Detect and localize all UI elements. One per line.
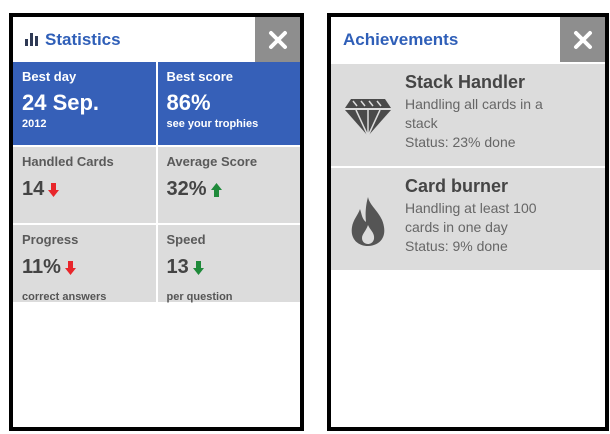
bar-chart-icon (25, 33, 38, 46)
statistics-grid: Best day 24 Sep. 2012 Best score 86% see… (13, 62, 300, 304)
stats-row-2: Handled Cards 14 Average Score 32% (13, 147, 300, 225)
achievements-phone: Achievements Stack Handler Handling all … (327, 13, 609, 431)
achievement-desc-line2: cards in one day (405, 219, 508, 235)
see-trophies-link[interactable]: see your trophies (167, 118, 293, 130)
achievement-card-burner[interactable]: Card burner Handling at least 100 cards … (331, 168, 605, 272)
arrow-down-icon (192, 260, 204, 275)
best-day-cell: Best day 24 Sep. 2012 (13, 62, 158, 147)
arrow-down-icon (48, 182, 60, 197)
average-score-label: Average Score (166, 154, 258, 169)
statistics-screen: Statistics Best day 24 Sep. 2012 Best sc… (13, 17, 300, 427)
achievements-close-button[interactable] (560, 17, 605, 62)
achievements-screen: Achievements Stack Handler Handling all … (331, 17, 605, 427)
speed-label: Speed (166, 232, 206, 247)
achievement-name: Card burner (405, 176, 509, 196)
best-day-value: 24 Sep. (22, 90, 100, 115)
stats-row-3: Progress 11% correct answers Speed 13 pe… (13, 225, 300, 304)
achievement-text: Stack Handler Handling all cards in a st… (405, 72, 543, 160)
arrow-up-icon (210, 182, 222, 197)
arrow-down-icon (64, 260, 76, 275)
diamond-icon (339, 72, 397, 162)
statistics-header: Statistics (13, 17, 300, 62)
statistics-close-button[interactable] (255, 17, 300, 62)
progress-value: 11% (22, 256, 148, 279)
achievement-desc-line1: Handling at least 100 (405, 200, 537, 216)
achievement-name: Stack Handler (405, 72, 526, 92)
average-score-value: 32% (167, 178, 293, 201)
stats-row-1: Best day 24 Sep. 2012 Best score 86% see… (13, 62, 300, 147)
best-score-value: 86% (166, 90, 211, 115)
close-icon (573, 30, 592, 49)
progress-cell: Progress 11% correct answers (13, 225, 158, 304)
progress-sub: correct answers (22, 291, 107, 303)
achievement-status: Status: 23% done (405, 134, 516, 150)
achievement-desc-line1: Handling all cards in a (405, 96, 543, 112)
flame-icon (339, 176, 397, 266)
achievement-status: Status: 9% done (405, 238, 508, 254)
speed-sub: per question (166, 291, 233, 303)
best-score-cell[interactable]: Best score 86% see your trophies (157, 62, 300, 147)
achievements-list: Stack Handler Handling all cards in a st… (331, 64, 605, 272)
achievement-stack-handler[interactable]: Stack Handler Handling all cards in a st… (331, 64, 605, 168)
achievement-text: Card burner Handling at least 100 cards … (405, 176, 537, 264)
statistics-title: Statistics (45, 29, 121, 49)
speed-value: 13 (167, 256, 293, 279)
average-score-cell: Average Score 32% (157, 147, 300, 225)
best-day-label: Best day (22, 69, 77, 84)
statistics-phone: Statistics Best day 24 Sep. 2012 Best sc… (9, 13, 304, 431)
best-day-year: 2012 (22, 118, 47, 130)
speed-cell: Speed 13 per question (157, 225, 300, 304)
progress-label: Progress (22, 232, 79, 247)
close-icon (268, 30, 287, 49)
handled-cards-cell: Handled Cards 14 (13, 147, 158, 225)
stage: Statistics Best day 24 Sep. 2012 Best sc… (0, 0, 610, 434)
achievements-title: Achievements (343, 29, 459, 49)
achievements-header: Achievements (331, 17, 605, 62)
achievement-desc-line2: stack (405, 115, 438, 131)
handled-cards-value: 14 (22, 178, 148, 201)
handled-cards-label: Handled Cards (22, 154, 114, 169)
best-score-label: Best score (166, 69, 233, 84)
